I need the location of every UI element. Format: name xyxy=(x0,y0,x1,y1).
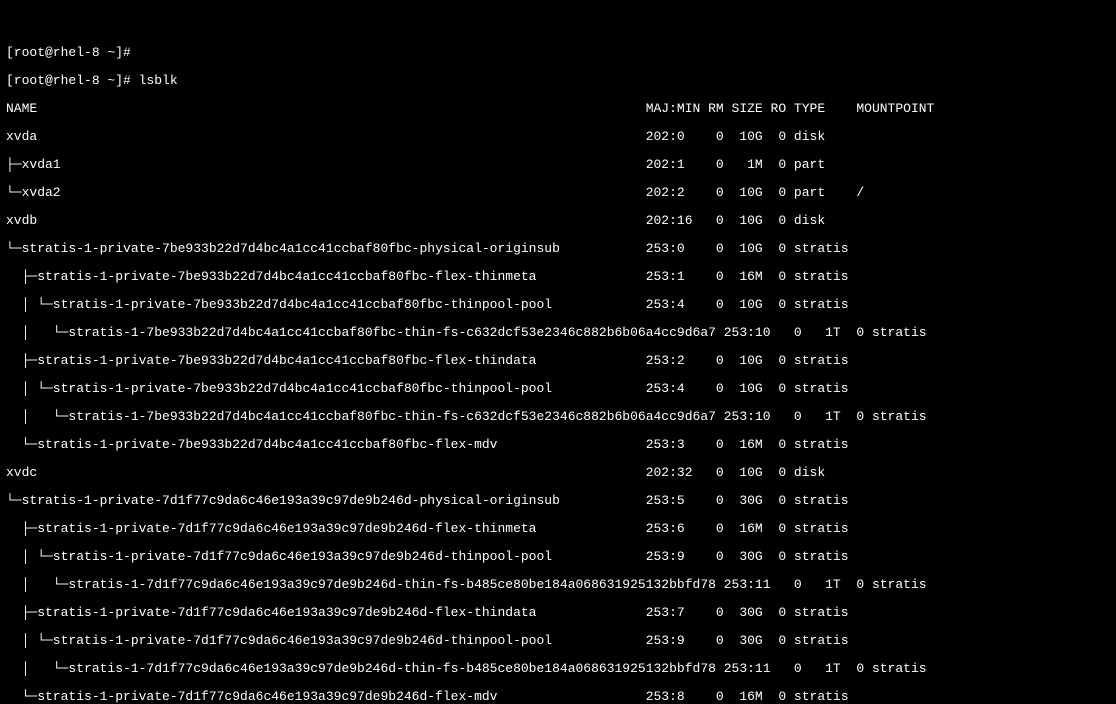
output-line: xvdc 202:32 0 10G 0 disk xyxy=(6,466,1110,480)
output-line: │ └─stratis-1-7be933b22d7d4bc4a1cc41ccba… xyxy=(6,326,1110,340)
output-line: xvda 202:0 0 10G 0 disk xyxy=(6,130,1110,144)
output-line: ├─stratis-1-private-7d1f77c9da6c46e193a3… xyxy=(6,606,1110,620)
output-line: ├─xvda1 202:1 0 1M 0 part xyxy=(6,158,1110,172)
output-line: │ └─stratis-1-7d1f77c9da6c46e193a39c97de… xyxy=(6,578,1110,592)
header-line: NAME MAJ:MIN RM SIZE RO TYPE MOUNTPOINT xyxy=(6,102,1110,116)
output-line: ├─stratis-1-private-7d1f77c9da6c46e193a3… xyxy=(6,522,1110,536)
output-line: └─stratis-1-private-7be933b22d7d4bc4a1cc… xyxy=(6,438,1110,452)
prompt-line[interactable]: [root@rhel-8 ~]# xyxy=(6,46,1110,60)
output-line: xvdb 202:16 0 10G 0 disk xyxy=(6,214,1110,228)
output-line: ├─stratis-1-private-7be933b22d7d4bc4a1cc… xyxy=(6,354,1110,368)
output-line: └─xvda2 202:2 0 10G 0 part / xyxy=(6,186,1110,200)
output-line: │ └─stratis-1-7be933b22d7d4bc4a1cc41ccba… xyxy=(6,410,1110,424)
output-line: └─stratis-1-private-7d1f77c9da6c46e193a3… xyxy=(6,494,1110,508)
output-line: └─stratis-1-private-7d1f77c9da6c46e193a3… xyxy=(6,690,1110,704)
output-line: │ └─stratis-1-private-7be933b22d7d4bc4a1… xyxy=(6,298,1110,312)
output-line: │ └─stratis-1-private-7d1f77c9da6c46e193… xyxy=(6,550,1110,564)
output-line: │ └─stratis-1-7d1f77c9da6c46e193a39c97de… xyxy=(6,662,1110,676)
terminal-output: [root@rhel-8 ~]# [root@rhel-8 ~]# lsblk … xyxy=(0,28,1116,704)
output-line: └─stratis-1-private-7be933b22d7d4bc4a1cc… xyxy=(6,242,1110,256)
output-line: │ └─stratis-1-private-7be933b22d7d4bc4a1… xyxy=(6,382,1110,396)
output-line: ├─stratis-1-private-7be933b22d7d4bc4a1cc… xyxy=(6,270,1110,284)
command-line[interactable]: [root@rhel-8 ~]# lsblk xyxy=(6,74,1110,88)
output-line: │ └─stratis-1-private-7d1f77c9da6c46e193… xyxy=(6,634,1110,648)
